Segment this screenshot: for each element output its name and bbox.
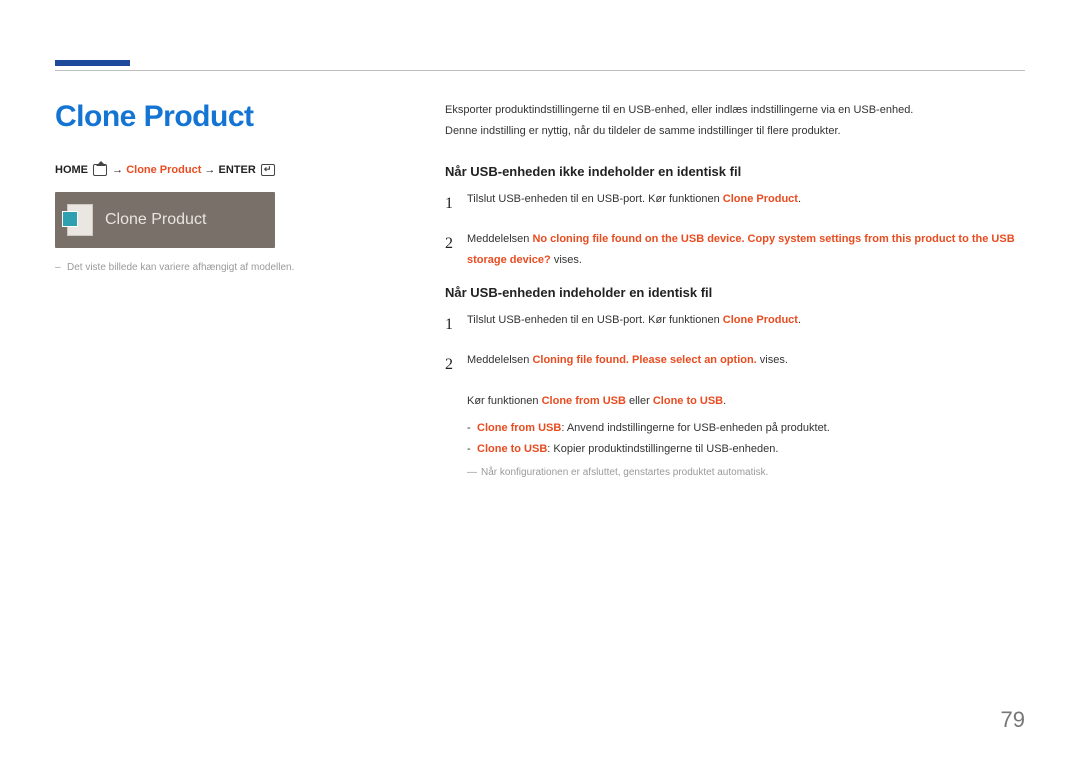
content-area: Clone Product HOME → Clone Product → ENT… [55, 60, 1025, 478]
run-text: eller [626, 395, 653, 407]
step-row: 1 Tilslut USB-enheden til en USB-port. K… [445, 189, 1025, 219]
option-item: Clone to USB: Kopier produktindstillinge… [467, 439, 1025, 460]
step-text: Tilslut USB-enheden til en USB-port. Kør… [467, 193, 723, 205]
highlight-text: Clone Product [723, 193, 798, 205]
restart-footnote: Når konfigurationen er afsluttet, gensta… [467, 467, 1025, 478]
step-body: Tilslut USB-enheden til en USB-port. Kør… [467, 189, 1025, 219]
step-number: 2 [445, 229, 467, 271]
step-number: 2 [445, 350, 467, 380]
breadcrumb-home: HOME [55, 164, 88, 176]
highlight-text: Clone to USB [477, 443, 547, 455]
breadcrumb-arrow: → [112, 164, 126, 176]
breadcrumb: HOME → Clone Product → ENTER [55, 164, 405, 176]
run-function-line: Kør funktionen Clone from USB eller Clon… [467, 391, 1025, 412]
step-body: Meddelelsen No cloning file found on the… [467, 229, 1025, 271]
step-text: . [798, 193, 801, 205]
step-text: vises. [551, 254, 582, 266]
highlight-text: Clone Product [723, 314, 798, 326]
left-column: Clone Product HOME → Clone Product → ENT… [55, 100, 435, 478]
enter-icon [261, 164, 275, 176]
step-number: 1 [445, 189, 467, 219]
step-row: 2 Meddelelsen Cloning file found. Please… [445, 350, 1025, 380]
clone-product-icon [67, 204, 93, 236]
highlight-text: Cloning file found. Please select an opt… [532, 354, 756, 366]
intro-text: Eksporter produktindstillingerne til en … [445, 100, 1025, 142]
dash-icon: – [55, 260, 63, 275]
run-text: Kør funktionen [467, 395, 542, 407]
step-text: Meddelelsen [467, 354, 532, 366]
menu-preview: Clone Product [55, 192, 275, 248]
intro-line-2: Denne indstilling er nyttig, når du tild… [445, 121, 1025, 142]
step-text: vises. [757, 354, 788, 366]
step-number: 1 [445, 310, 467, 340]
run-text: . [723, 395, 726, 407]
highlight-text: Clone to USB [653, 395, 723, 407]
breadcrumb-arrow: → [204, 164, 218, 176]
page: Clone Product HOME → Clone Product → ENT… [0, 0, 1080, 763]
section-heading-no-file: Når USB-enheden ikke indeholder en ident… [445, 164, 1025, 179]
step-row: 2 Meddelelsen No cloning file found on t… [445, 229, 1025, 271]
step-text: Meddelelsen [467, 233, 532, 245]
option-desc: : Anvend indstillingerne for USB-enheden… [561, 422, 829, 434]
page-number: 79 [1001, 707, 1025, 733]
image-disclaimer-text: Det viste billede kan variere afhængigt … [67, 262, 294, 273]
option-item: Clone from USB: Anvend indstillingerne f… [467, 418, 1025, 439]
intro-line-1: Eksporter produktindstillingerne til en … [445, 100, 1025, 121]
header-divider [55, 70, 1025, 71]
page-title: Clone Product [55, 100, 405, 134]
highlight-text: Clone from USB [477, 422, 561, 434]
header-accent-bar [55, 60, 130, 66]
step-body: Meddelelsen Cloning file found. Please s… [467, 350, 1025, 380]
highlight-text: Clone from USB [542, 395, 626, 407]
image-disclaimer: –Det viste billede kan variere afhængigt… [55, 260, 405, 275]
highlight-text: No cloning file found on the USB device.… [467, 233, 1015, 266]
right-column: Eksporter produktindstillingerne til en … [435, 100, 1025, 478]
step-body: Tilslut USB-enheden til en USB-port. Kør… [467, 310, 1025, 340]
breadcrumb-enter: ENTER [218, 164, 255, 176]
breadcrumb-clone: Clone Product [126, 164, 201, 176]
step-text: Tilslut USB-enheden til en USB-port. Kør… [467, 314, 723, 326]
home-icon [93, 164, 107, 176]
step-row: 1 Tilslut USB-enheden til en USB-port. K… [445, 310, 1025, 340]
menu-preview-label: Clone Product [105, 211, 206, 229]
step-text: . [798, 314, 801, 326]
section-heading-with-file: Når USB-enheden indeholder en identisk f… [445, 285, 1025, 300]
option-desc: : Kopier produktindstillingerne til USB-… [547, 443, 778, 455]
